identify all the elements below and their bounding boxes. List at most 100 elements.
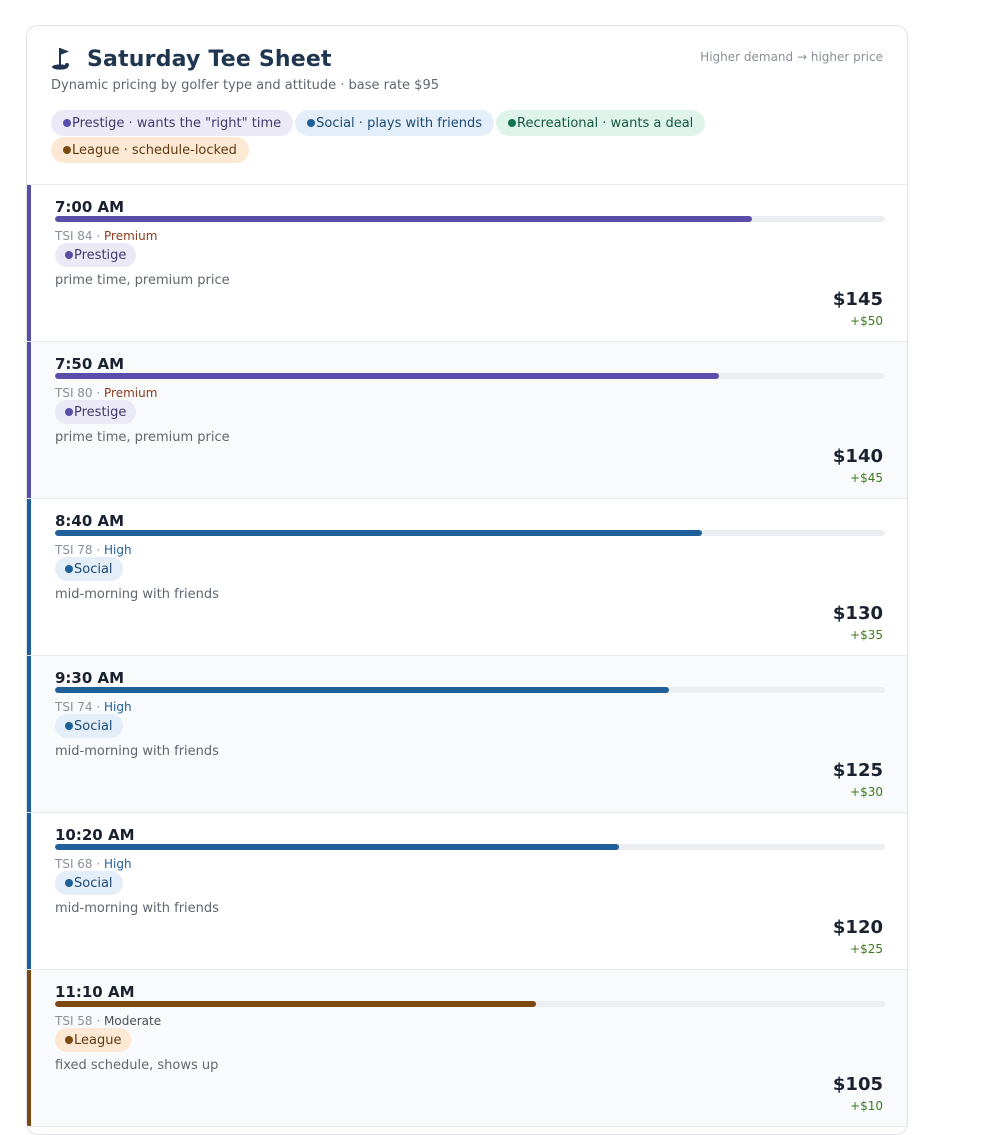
tee-time-list: 7:00 AM TSI 84 · Premium Prestige prime …	[27, 185, 907, 1127]
demand-tier: Premium	[104, 229, 158, 243]
demand-bar	[55, 1001, 885, 1007]
demand-tier: High	[104, 700, 132, 714]
league-dot-icon	[63, 146, 71, 154]
segment-stripe	[27, 970, 31, 1126]
legend-chip-label: League · schedule-locked	[72, 142, 237, 158]
tsi-row: TSI 74 · High	[55, 700, 132, 714]
social-dot-icon	[307, 119, 316, 127]
segment-label: Social	[74, 561, 113, 577]
tee-time: 10:20 AM	[55, 826, 135, 844]
tsi-value: TSI 84	[55, 229, 93, 243]
demand-tier: High	[104, 543, 132, 557]
segment-label: League	[74, 1032, 122, 1048]
tee-sheet-card: Saturday Tee Sheet Higher demand → highe…	[26, 25, 908, 1135]
page-subtitle: Dynamic pricing by golfer type and attit…	[51, 78, 439, 93]
slot-price: $105	[832, 1074, 883, 1095]
tsi-row: TSI 80 · Premium	[55, 386, 158, 400]
slot-price: $120	[832, 917, 883, 938]
tsi-value: TSI 58	[55, 1014, 93, 1028]
golf-flag-icon	[51, 46, 73, 72]
tee-time-row[interactable]: 9:30 AM TSI 74 · High Social mid-morning…	[27, 656, 907, 813]
demand-bar	[55, 844, 885, 850]
demand-note: Higher demand → higher price	[700, 50, 883, 64]
tee-time-row[interactable]: 10:20 AM TSI 68 · High Social mid-mornin…	[27, 813, 907, 970]
tee-sheet-header: Saturday Tee Sheet Higher demand → highe…	[27, 26, 907, 185]
tee-time: 9:30 AM	[55, 669, 125, 687]
segment-dot-icon	[65, 1036, 73, 1044]
segment-stripe	[27, 185, 31, 341]
tsi-value: TSI 80	[55, 386, 93, 400]
demand-tier: Moderate	[104, 1014, 162, 1028]
segment-dot-icon	[65, 879, 73, 887]
tsi-row: TSI 84 · Premium	[55, 229, 158, 243]
demand-bar-fill	[55, 1001, 537, 1007]
tsi-row: TSI 58 · Moderate	[55, 1014, 162, 1028]
legend-chip-label: Recreational · wants a deal	[517, 115, 694, 131]
segment-chip: League	[55, 1028, 132, 1052]
segment-chip: Prestige	[55, 400, 137, 424]
segment-stripe	[27, 813, 31, 969]
segment-label: Social	[74, 718, 113, 734]
demand-bar	[55, 216, 885, 222]
tsi-value: TSI 68	[55, 857, 93, 871]
price-delta: +$30	[850, 785, 883, 799]
legend-chip-social: Social · plays with friends	[295, 110, 495, 136]
slot-note: mid-morning with friends	[55, 744, 219, 759]
segment-legend: Prestige · wants the "right" time Social…	[51, 110, 871, 163]
legend-chip-recreational: Recreational · wants a deal	[496, 110, 706, 136]
tee-time-row[interactable]: 8:40 AM TSI 78 · High Social mid-morning…	[27, 499, 907, 656]
demand-bar	[55, 530, 885, 536]
slot-price: $125	[832, 760, 883, 781]
segment-chip: Social	[55, 714, 123, 738]
legend-chip-label: Prestige · wants the "right" time	[72, 115, 282, 131]
tee-time-row[interactable]: 7:00 AM TSI 84 · Premium Prestige prime …	[27, 185, 907, 342]
tee-time: 7:00 AM	[55, 198, 125, 216]
price-delta: +$25	[850, 942, 883, 956]
segment-dot-icon	[65, 565, 73, 573]
segment-chip: Social	[55, 557, 123, 581]
segment-stripe	[27, 656, 31, 812]
segment-dot-icon	[65, 408, 73, 416]
slot-note: prime time, premium price	[55, 273, 230, 288]
segment-dot-icon	[65, 722, 73, 730]
tee-time: 8:40 AM	[55, 512, 125, 530]
price-delta: +$45	[850, 471, 883, 485]
tee-time-row[interactable]: 7:50 AM TSI 80 · Premium Prestige prime …	[27, 342, 907, 499]
demand-bar-fill	[55, 216, 753, 222]
segment-label: Social	[74, 875, 113, 891]
tsi-value: TSI 74	[55, 700, 93, 714]
page-title: Saturday Tee Sheet	[87, 46, 332, 72]
tee-time: 11:10 AM	[55, 983, 135, 1001]
legend-chip-label: Social · plays with friends	[316, 115, 483, 131]
demand-bar-fill	[55, 373, 719, 379]
recreational-dot-icon	[508, 119, 517, 127]
slot-price: $130	[832, 603, 883, 624]
price-delta: +$35	[850, 628, 883, 642]
title-row: Saturday Tee Sheet	[51, 46, 332, 72]
demand-tier: High	[104, 857, 132, 871]
segment-dot-icon	[65, 251, 73, 259]
demand-bar-fill	[55, 687, 670, 693]
demand-tier: Premium	[104, 386, 158, 400]
segment-label: Prestige	[74, 404, 127, 420]
legend-chip-prestige: Prestige · wants the "right" time	[51, 110, 294, 136]
tsi-row: TSI 78 · High	[55, 543, 132, 557]
demand-bar-fill	[55, 844, 620, 850]
demand-bar	[55, 373, 885, 379]
price-delta: +$10	[850, 1099, 883, 1113]
tee-time: 7:50 AM	[55, 355, 125, 373]
slot-note: fixed schedule, shows up	[55, 1058, 219, 1073]
segment-chip: Prestige	[55, 243, 137, 267]
tee-time-row[interactable]: 11:10 AM TSI 58 · Moderate League fixed …	[27, 970, 907, 1127]
segment-stripe	[27, 342, 31, 498]
slot-note: prime time, premium price	[55, 430, 230, 445]
slot-price: $140	[832, 446, 883, 467]
tsi-row: TSI 68 · High	[55, 857, 132, 871]
legend-chip-league: League · schedule-locked	[51, 137, 249, 163]
segment-label: Prestige	[74, 247, 127, 263]
slot-note: mid-morning with friends	[55, 901, 219, 916]
prestige-dot-icon	[63, 119, 71, 127]
demand-bar	[55, 687, 885, 693]
segment-chip: Social	[55, 871, 123, 895]
price-delta: +$50	[850, 314, 883, 328]
